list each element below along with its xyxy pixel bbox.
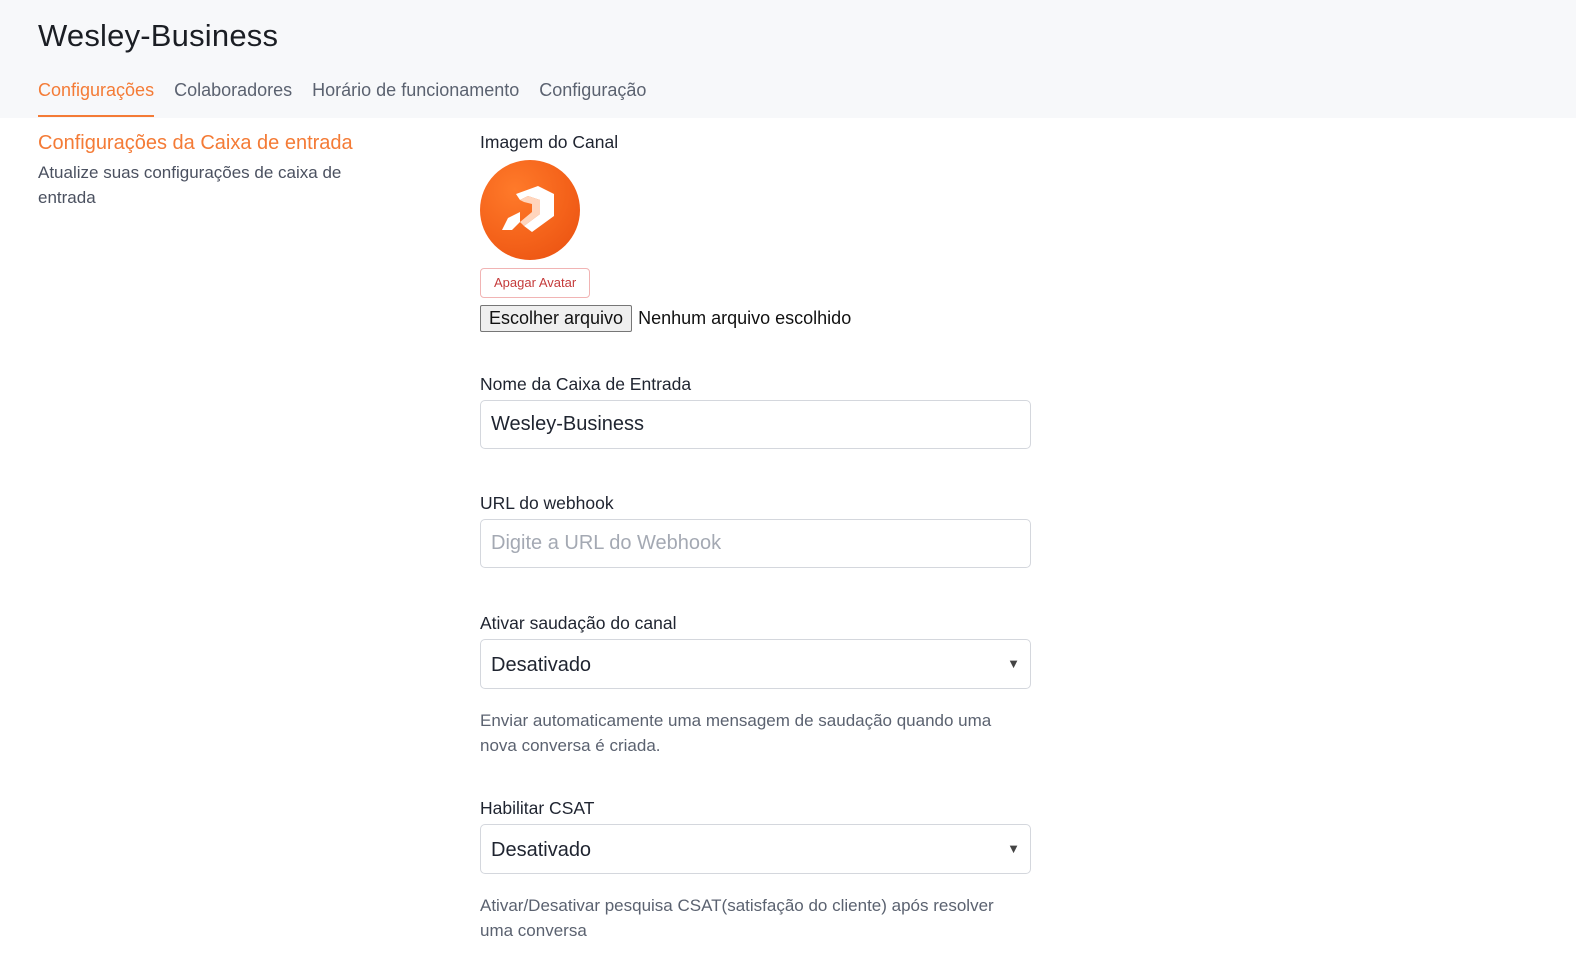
greeting-select[interactable]: Desativado ▼ [480, 639, 1031, 689]
tab-configuracoes[interactable]: Configurações [38, 78, 155, 118]
greeting-label: Ativar saudação do canal [480, 613, 677, 633]
page-header: Wesley-Business Configurações Colaborado… [0, 0, 1576, 118]
page-title: Wesley-Business [38, 18, 279, 53]
csat-field: Habilitar CSAT Desativado ▼ Ativar/Desat… [480, 796, 1031, 943]
file-picker: Escolher arquivo Nenhum arquivo escolhid… [480, 305, 1031, 332]
tab-horario-de-funcionamento[interactable]: Horário de funcionamento [312, 78, 519, 118]
chevron-down-icon: ▼ [1007, 841, 1020, 856]
greeting-help-text: Enviar automaticamente uma mensagem de s… [480, 711, 992, 755]
inbox-name-label: Nome da Caixa de Entrada [480, 374, 692, 394]
choose-file-button[interactable]: Escolher arquivo [480, 305, 633, 332]
greeting-field: Ativar saudação do canal Desativado ▼ En… [480, 611, 1031, 758]
webhook-url-field: URL do webhook [480, 491, 1031, 568]
webhook-url-input[interactable] [480, 519, 1031, 568]
tab-configuracao[interactable]: Configuração [539, 78, 646, 118]
csat-select[interactable]: Desativado ▼ [480, 824, 1031, 874]
csat-select-value: Desativado [491, 839, 592, 861]
section-description: Atualize suas configurações de caixa de … [38, 163, 342, 207]
settings-tabs: Configurações Colaboradores Horário de f… [38, 78, 646, 118]
remove-avatar-button[interactable]: Apagar Avatar [480, 268, 591, 298]
greeting-select-value: Desativado [491, 654, 592, 676]
channel-image-label: Imagem do Canal [480, 132, 619, 152]
chevron-down-icon: ▼ [1007, 656, 1020, 671]
csat-label: Habilitar CSAT [480, 798, 595, 818]
channel-avatar [480, 160, 580, 260]
logo-icon [502, 186, 554, 232]
inbox-name-field: Nome da Caixa de Entrada [480, 372, 1031, 449]
file-status: Nenhum arquivo escolhido [638, 308, 852, 328]
section-title: Configurações da Caixa de entrada [38, 132, 353, 154]
section-intro: Configurações da Caixa de entrada Atuali… [38, 130, 428, 210]
webhook-url-label: URL do webhook [480, 493, 614, 513]
csat-help-text: Ativar/Desativar pesquisa CSAT(satisfaçã… [480, 896, 994, 940]
channel-image-field: Imagem do Canal Apagar Avatar Escolher a… [480, 130, 1031, 332]
tab-colaboradores[interactable]: Colaboradores [174, 78, 292, 118]
inbox-name-input[interactable] [480, 400, 1031, 449]
